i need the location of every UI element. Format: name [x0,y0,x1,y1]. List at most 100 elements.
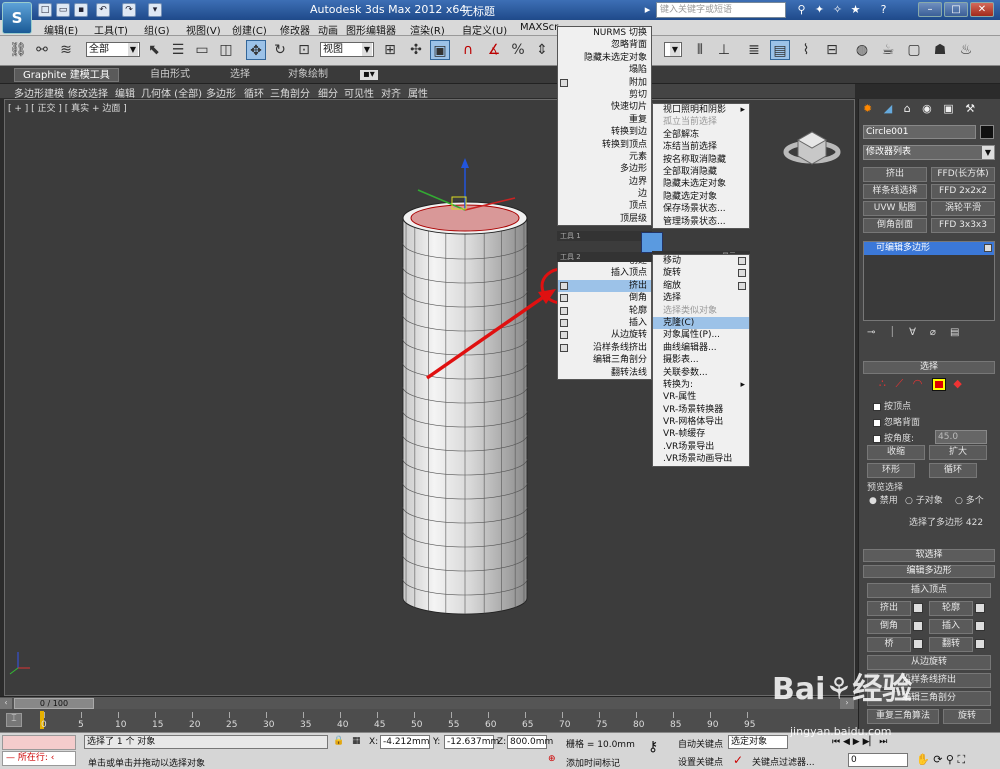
quad-tools1-item[interactable]: 忽略背面 [558,39,651,51]
quad-tools1-item[interactable]: 转换到边 [558,126,651,138]
settings-box-icon[interactable] [738,269,746,278]
absolute-mode-icon[interactable]: ▦ [352,736,361,746]
goto-end-icon[interactable]: ⏭ [879,737,887,747]
quad-tools1-item[interactable]: 附加 [558,77,651,89]
viewcube-icon[interactable] [783,131,841,165]
by-angle-checkbox[interactable]: 按角度: [873,431,914,444]
settings-box-icon[interactable] [913,621,923,631]
z-coordinate-input[interactable]: 800.0mm [507,735,553,749]
quad-tools1-item[interactable]: 元素 [558,151,651,163]
quad-tools2-item[interactable]: 从边旋转 [558,329,651,341]
quad-transform-item[interactable]: .VR场景导出 [653,441,749,453]
quad-tools1-item[interactable]: 边界 [558,176,651,188]
time-slider-thumb[interactable]: 0 / 100 [14,698,94,709]
quad-tools2-item[interactable]: 编辑三角剖分 [558,354,651,366]
orbit-icon[interactable]: ⟳ [933,753,942,766]
modifier-list-dropdown[interactable]: 修改器列表 ▼ [863,145,995,160]
lock-selection-icon[interactable]: 🔒 [333,736,344,746]
by-vertex-checkbox[interactable]: 按顶点 [873,399,911,412]
stack-item-editable-poly[interactable]: 可编辑多边形 [864,242,994,255]
play-icon[interactable]: ▶ [853,737,860,747]
object-name-field[interactable]: Circle001 [863,125,976,139]
quad-tools1-item[interactable]: 边 [558,188,651,200]
settings-box-icon[interactable] [560,331,568,340]
maxscript-mini-listener-top[interactable] [2,735,76,750]
quad-transform-item[interactable]: 曲线编辑器... [653,342,749,354]
modifier-button[interactable]: 倒角剖面 [863,218,927,233]
ignore-backface-checkbox[interactable]: 忽略背面 [873,415,920,428]
quad-transform-item[interactable]: 转换为: ▸ [653,379,749,391]
poly-op-button[interactable]: 翻转 [929,637,973,652]
quad-tools1-item[interactable]: 多边形✓ [558,163,659,175]
quad-tools1-item[interactable]: 重复 [558,114,651,126]
quad-transform-item[interactable]: 克隆(C) [653,316,749,330]
insert-vertex-button[interactable]: 插入顶点 [867,583,991,598]
maxscript-mini-listener[interactable]: — 所在行: ‹ [2,751,76,766]
poly-op-button[interactable]: 挤出 [867,601,911,616]
settings-box-icon[interactable] [913,639,923,649]
add-time-tag-icon[interactable]: ⊕ [548,754,556,764]
modifier-button[interactable]: FFD(长方体) [931,167,995,182]
make-unique-icon[interactable]: ∀ [909,327,930,338]
preview-disabled-radio[interactable]: ● 禁用 [869,493,898,506]
quad-tools2-item[interactable]: 翻转法线 [558,367,651,379]
edge-level-icon[interactable]: ⟋ [896,377,904,390]
quad-display-item[interactable]: 全部解冻 [653,129,749,141]
cylinder-object[interactable] [402,201,528,615]
set-key-button[interactable]: 设置关键点 [678,755,723,768]
display-tab-icon[interactable]: ▣ [943,102,953,115]
quad-display-item[interactable]: 保存场景状态... [653,203,749,215]
shrink-button[interactable]: 收缩 [867,445,925,460]
quad-tools2-item[interactable]: 沿样条线挤出 [558,342,651,354]
quad-transform-item[interactable]: 旋转 [653,267,749,279]
settings-box-icon[interactable] [560,318,568,327]
border-level-icon[interactable]: ◠ [913,377,923,390]
modifier-button[interactable]: 挤出 [863,167,927,182]
quad-tools1-item[interactable]: 塌陷 [558,64,651,76]
set-key-icon[interactable]: ✓ [733,753,743,767]
selected-set-dropdown[interactable]: 选定对象 [728,735,788,749]
quad-tools2-item[interactable]: 插入 [558,317,651,329]
quad-tools2-item[interactable]: 插入顶点 [558,267,651,279]
remove-modifier-icon[interactable]: ⌀ [930,327,950,338]
element-level-icon[interactable]: ◆ [953,377,961,390]
poly-op-button[interactable]: 桥 [867,637,911,652]
vertex-level-icon[interactable]: ∴ [879,377,886,390]
quad-transform-item[interactable]: VR-帧缓存 [653,428,749,440]
quad-transform-item[interactable]: VR-属性 [653,391,749,403]
auto-key-button[interactable]: 自动关键点 [678,737,723,750]
quad-display-item[interactable]: 隐藏未选定对象 [653,178,749,190]
prev-key-icon[interactable]: ◀ [843,737,850,747]
zoom-icon[interactable]: ⚲ [946,753,954,766]
modifier-button[interactable]: FFD 2x2x2 [931,184,995,199]
quad-tools1-item[interactable]: NURMS 切换 [558,27,651,39]
quad-transform-item[interactable]: VR-网格体导出 [653,416,749,428]
loop-button[interactable]: 循环 [929,463,977,478]
pan-icon[interactable]: ✋ [916,753,930,766]
object-color-swatch[interactable] [980,125,994,139]
quad-display-item[interactable]: 隐藏选定对象 [653,191,749,203]
quad-display-item[interactable]: 按名称取消隐藏 [653,154,749,166]
grow-button[interactable]: 扩大 [929,445,987,460]
prev-frame-icon[interactable]: ‹ [0,698,12,709]
settings-box-icon[interactable] [560,78,568,87]
poly-op-button[interactable]: 轮廓 [929,601,973,616]
poly-op-button[interactable]: 倒角 [867,619,911,634]
preview-subobject-radio[interactable]: ○ 子对象 [905,493,943,506]
preview-multi-radio[interactable]: ○ 多个 [955,493,984,506]
settings-box-icon[interactable] [738,281,746,290]
settings-box-icon[interactable] [560,294,568,303]
settings-box-icon[interactable] [560,306,568,315]
settings-box-icon[interactable] [975,639,985,649]
modifier-button[interactable]: UVW 贴图 [863,201,927,216]
quad-transform-item[interactable]: VR-场景转换器 [653,404,749,416]
quad-tools1-item[interactable]: 剪切 [558,89,651,101]
quad-display-item[interactable]: 冻结当前选择 [653,141,749,153]
track-bar[interactable]: ⌶ [0,709,858,732]
create-tab-icon[interactable]: ✹ [863,102,872,115]
time-slider-track[interactable]: ‹ 0 / 100 › [0,696,858,709]
rollout-edit-polygons-header[interactable]: 编辑多边形 [863,565,995,578]
settings-box-icon[interactable] [975,621,985,631]
quad-display-item[interactable]: 全部取消隐藏 [653,166,749,178]
configure-sets-icon[interactable]: ▤ [950,327,973,338]
